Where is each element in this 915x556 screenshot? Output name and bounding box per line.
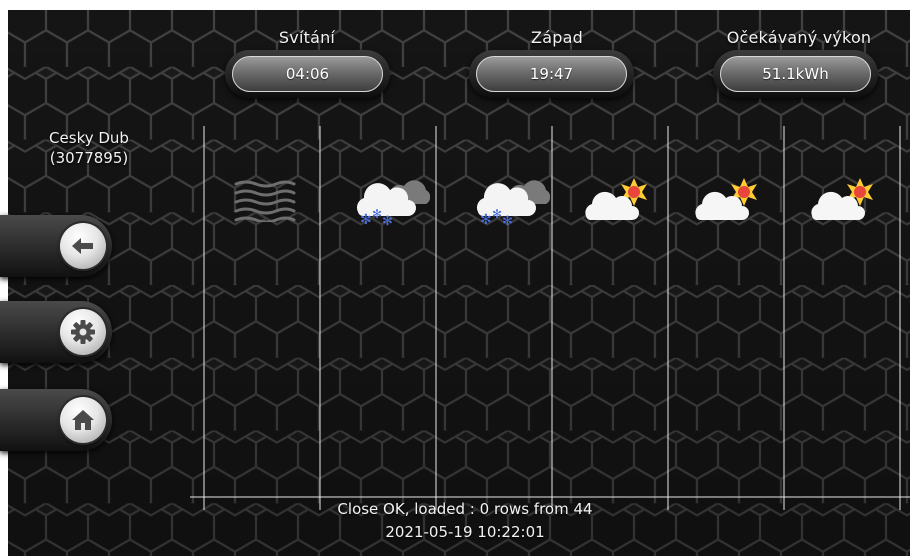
- home-knob[interactable]: [60, 397, 106, 443]
- expected-output-label: Očekávaný výkon: [726, 28, 872, 47]
- expected-output-display: 51.1kWh: [713, 50, 878, 98]
- sun-behind-cloud-icon: [808, 178, 880, 226]
- home-button[interactable]: [0, 389, 112, 451]
- settings-knob[interactable]: [60, 309, 106, 355]
- expected-output-value: 51.1kWh: [720, 56, 871, 92]
- status-timestamp: 2021-05-19 10:22:01: [385, 523, 545, 541]
- svg-text:✻: ✻: [360, 212, 372, 226]
- sunrise-display: 04:06: [225, 50, 390, 98]
- svg-text:✻: ✻: [372, 207, 382, 221]
- fog-icon: [232, 178, 296, 226]
- settings-button[interactable]: [0, 301, 112, 363]
- arrow-left-icon: [72, 238, 93, 254]
- svg-text:✻: ✻: [382, 214, 393, 226]
- svg-text:✻: ✻: [492, 207, 502, 221]
- gear-icon: [71, 320, 95, 344]
- snow-cloud-icon: ✻ ✻ ✻: [470, 172, 551, 230]
- sunset-label: Západ: [531, 28, 583, 47]
- forecast-grid: [190, 126, 910, 510]
- svg-text:✻: ✻: [480, 212, 492, 226]
- sunrise-value: 04:06: [232, 56, 383, 92]
- sun-behind-cloud-icon: [692, 178, 764, 226]
- sun-behind-cloud-icon: [582, 178, 654, 226]
- location-id: (3077895): [49, 149, 129, 167]
- svg-text:✻: ✻: [502, 214, 513, 226]
- back-knob[interactable]: [60, 223, 106, 269]
- back-button[interactable]: [0, 215, 112, 277]
- sunrise-label: Svítání: [278, 28, 336, 47]
- home-icon: [72, 410, 94, 430]
- sunset-display: 19:47: [469, 50, 634, 98]
- location-label: Cesky Dub (3077895): [34, 128, 144, 168]
- right-frame: [910, 0, 915, 556]
- top-frame: [0, 0, 915, 10]
- status-message: Close OK, loaded : 0 rows from 44: [337, 500, 593, 518]
- sunset-value: 19:47: [476, 56, 627, 92]
- left-frame: [0, 0, 8, 556]
- location-name: Cesky Dub: [49, 129, 129, 147]
- snow-cloud-icon: ✻ ✻ ✻: [350, 172, 431, 230]
